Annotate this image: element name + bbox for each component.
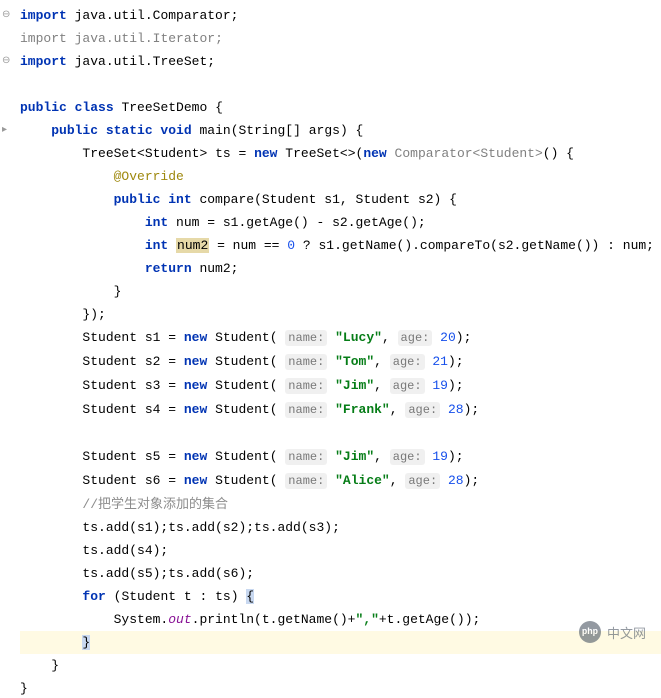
code-editor[interactable]: ⊖import java.util.Comparator; import jav…	[0, 0, 661, 698]
code-line[interactable]: public class TreeSetDemo {	[20, 96, 661, 119]
code-line[interactable]: ⊖import java.util.TreeSet;	[20, 50, 661, 73]
code-line[interactable]: ▸ public static void main(String[] args)…	[20, 119, 661, 142]
run-icon[interactable]: ▸	[2, 119, 7, 142]
code-line[interactable]: import java.util.Iterator;	[20, 27, 661, 50]
code-line[interactable]: int num2 = num == 0 ? s1.getName().compa…	[20, 234, 661, 257]
code-line[interactable]: int num = s1.getAge() - s2.getAge();	[20, 211, 661, 234]
code-line[interactable]: Student s6 = new Student( name: "Alice",…	[20, 469, 661, 493]
matched-brace: {	[246, 589, 254, 604]
code-line[interactable]: @Override	[20, 165, 661, 188]
matched-brace: }	[82, 635, 90, 650]
code-line[interactable]: ts.add(s5);ts.add(s6);	[20, 562, 661, 585]
code-line[interactable]: ts.add(s1);ts.add(s2);ts.add(s3);	[20, 516, 661, 539]
cursor-line[interactable]: }	[20, 631, 661, 654]
code-line[interactable]: }	[20, 654, 661, 677]
code-line[interactable]: ⊖import java.util.Comparator;	[20, 4, 661, 27]
code-line[interactable]: //把学生对象添加的集合	[20, 493, 661, 516]
code-line[interactable]: Student s2 = new Student( name: "Tom", a…	[20, 350, 661, 374]
code-line[interactable]: }	[20, 280, 661, 303]
fold-icon[interactable]: ⊖	[2, 4, 10, 27]
watermark-text: 中文网	[607, 623, 646, 642]
code-line[interactable]: Student s4 = new Student( name: "Frank",…	[20, 398, 661, 422]
code-line[interactable]: });	[20, 303, 661, 326]
code-line[interactable]: System.out.println(t.getName()+","+t.get…	[20, 608, 661, 631]
code-line	[20, 73, 661, 96]
watermark: php 中文网	[579, 621, 646, 643]
code-line[interactable]: }	[20, 677, 661, 698]
watermark-logo-icon: php	[579, 621, 601, 643]
code-line[interactable]: return num2;	[20, 257, 661, 280]
param-hint: name:	[285, 330, 327, 346]
code-line[interactable]: TreeSet<Student> ts = new TreeSet<>(new …	[20, 142, 661, 165]
code-line[interactable]: Student s5 = new Student( name: "Jim", a…	[20, 445, 661, 469]
code-line[interactable]: ts.add(s4);	[20, 539, 661, 562]
code-line[interactable]: for (Student t : ts) {	[20, 585, 661, 608]
code-line[interactable]: public int compare(Student s1, Student s…	[20, 188, 661, 211]
code-line[interactable]: Student s1 = new Student( name: "Lucy", …	[20, 326, 661, 350]
code-line	[20, 422, 661, 445]
fold-icon[interactable]: ⊖	[2, 50, 10, 73]
highlighted-variable: num2	[176, 238, 209, 253]
code-line[interactable]: Student s3 = new Student( name: "Jim", a…	[20, 374, 661, 398]
param-hint: age:	[398, 330, 433, 346]
